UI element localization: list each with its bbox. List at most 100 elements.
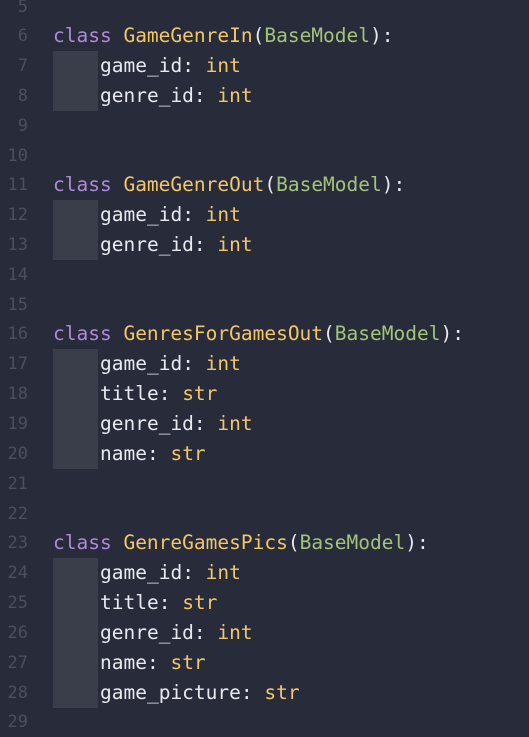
code-line[interactable]: 23 class GenreGamesPics(BaseModel): [0,528,529,558]
line-number: 9 [17,116,28,136]
field-name: title [100,591,159,614]
field-type: int [205,561,241,584]
field-type: int [217,621,253,644]
code-line[interactable]: 13 genre_id: int [0,230,529,260]
class-declaration: class GameGenreIn(BaseModel): [53,24,394,47]
line-number: 18 [7,384,28,404]
code-line[interactable]: 7 game_id: int [0,51,529,81]
indent-guide [53,588,98,618]
class-keyword: class [53,173,112,196]
field-declaration: genre_id: int [100,84,253,107]
code-line[interactable]: 6 class GameGenreIn(BaseModel): [0,21,529,51]
indent-guide [53,678,98,708]
field-name: genre_id [100,233,194,256]
class-declaration: class GameGenreOut(BaseModel): [53,173,406,196]
field-type: str [170,442,206,465]
field-declaration: game_id: int [100,203,241,226]
code-editor[interactable]: 5 6 class GameGenreIn(BaseModel): 7 game… [0,0,529,732]
code-line[interactable]: 15 [0,290,529,320]
field-declaration: genre_id: int [100,412,253,435]
field-declaration: title: str [100,382,218,405]
field-declaration: title: str [100,591,218,614]
code-line[interactable]: 11 class GameGenreOut(BaseModel): [0,170,529,200]
class-declaration: class GenresForGamesOut(BaseModel): [53,322,464,345]
field-type: str [264,681,300,704]
field-name: game_id [100,54,183,77]
code-line[interactable]: 16 class GenresForGamesOut(BaseModel): [0,319,529,349]
base-class-name: BaseModel [299,531,406,554]
field-declaration: genre_id: int [100,233,253,256]
field-type: str [182,591,218,614]
field-name: name [100,442,147,465]
line-number: 8 [17,86,28,106]
field-name: name [100,651,147,674]
code-line[interactable]: 22 [0,499,529,529]
indent-guide [53,349,98,379]
field-type: int [217,412,253,435]
line-number: 27 [7,653,28,673]
code-line[interactable]: 27 name: str [0,648,529,678]
line-number: 15 [7,295,28,315]
indent-guide [53,200,98,230]
code-line[interactable]: 12 game_id: int [0,200,529,230]
line-number: 21 [7,474,28,494]
code-line[interactable]: 26 genre_id: int [0,618,529,648]
line-number: 26 [7,623,28,643]
code-line[interactable]: 29 [0,707,529,737]
line-number: 6 [17,26,28,46]
field-type: int [217,233,253,256]
base-class-name: BaseModel [264,24,371,47]
field-type: int [205,54,241,77]
class-name: GenreGamesPics [123,531,288,554]
indent-guide [53,51,98,81]
field-name: game_id [100,352,183,375]
field-declaration: name: str [100,651,206,674]
line-number: 17 [7,354,28,374]
code-line[interactable]: 17 game_id: int [0,349,529,379]
field-declaration: game_picture: str [100,681,300,704]
field-name: game_id [100,561,183,584]
line-number: 10 [7,146,28,166]
field-declaration: game_id: int [100,352,241,375]
class-keyword: class [53,531,112,554]
class-declaration: class GenreGamesPics(BaseModel): [53,531,429,554]
indent-guide [53,230,98,260]
field-declaration: game_id: int [100,54,241,77]
code-line[interactable]: 20 name: str [0,439,529,469]
field-name: game_picture [100,681,241,704]
code-line[interactable]: 21 [0,469,529,499]
field-name: title [100,382,159,405]
field-name: genre_id [100,84,194,107]
class-name: GameGenreOut [123,173,265,196]
code-line[interactable]: 9 [0,111,529,141]
field-declaration: game_id: int [100,561,241,584]
code-line[interactable]: 24 game_id: int [0,558,529,588]
field-declaration: genre_id: int [100,621,253,644]
code-line[interactable]: 10 [0,141,529,171]
code-line[interactable]: 18 title: str [0,379,529,409]
code-line[interactable]: 25 title: str [0,588,529,618]
line-number: 24 [7,563,28,583]
field-type: int [217,84,253,107]
field-name: genre_id [100,621,194,644]
class-name: GameGenreIn [123,24,253,47]
line-number: 29 [7,712,28,732]
line-number: 22 [7,504,28,524]
code-line[interactable]: 14 [0,260,529,290]
class-keyword: class [53,322,112,345]
line-number: 16 [7,324,28,344]
line-number: 13 [7,235,28,255]
code-line[interactable]: 28 game_picture: str [0,678,529,708]
code-line[interactable]: 8 genre_id: int [0,81,529,111]
code-line[interactable]: 19 genre_id: int [0,409,529,439]
code-line[interactable]: 5 [0,0,529,22]
indent-guide [53,439,98,469]
indent-guide [53,409,98,439]
line-number: 14 [7,265,28,285]
field-type: str [182,382,218,405]
field-type: str [170,651,206,674]
base-class-name: BaseModel [334,322,441,345]
base-class-name: BaseModel [276,173,382,196]
class-keyword: class [53,24,112,47]
line-number: 5 [17,0,28,17]
